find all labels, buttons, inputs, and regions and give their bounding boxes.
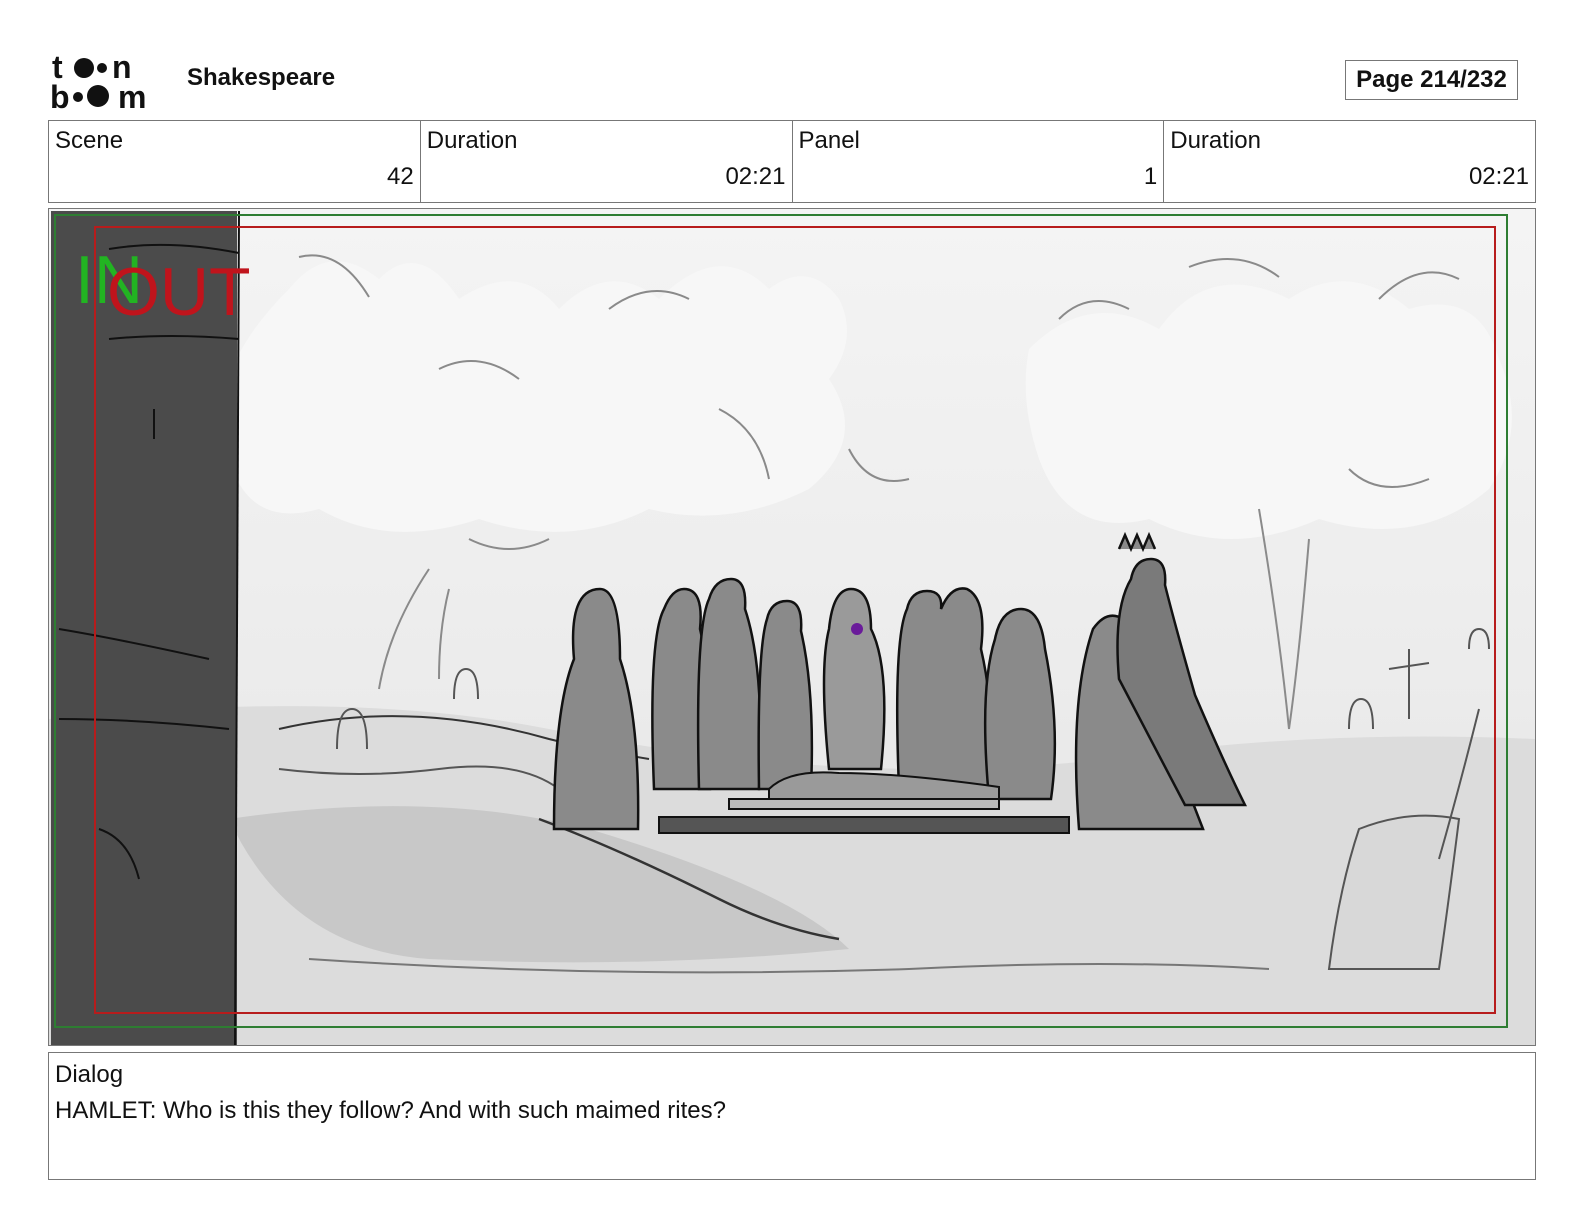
- panel-cell: Panel 1: [793, 121, 1165, 202]
- project-title: Shakespeare: [187, 64, 336, 91]
- panel-value: 1: [1143, 163, 1158, 190]
- toon-boom-logo: t n b m: [50, 49, 164, 115]
- dialog-box: Dialog HAMLET: Who is this they follow? …: [48, 1052, 1536, 1180]
- scene-value: 42: [387, 163, 414, 190]
- scene-duration-value: 02:21: [725, 163, 786, 190]
- svg-text:m: m: [118, 79, 146, 112]
- storyboard-panel: IN OUT: [48, 208, 1536, 1046]
- panel-duration-label: Duration: [1170, 127, 1261, 154]
- svg-text:b: b: [50, 79, 70, 112]
- scene-label: Scene: [55, 127, 124, 154]
- dialog-text: HAMLET: Who is this they follow? And wit…: [55, 1097, 726, 1124]
- out-marker: OUT: [107, 254, 251, 330]
- dialog-label: Dialog: [55, 1061, 124, 1088]
- storyboard-sketch: IN OUT: [49, 209, 1535, 1045]
- info-table: Scene 42 Duration 02:21 Panel 1 Duration…: [48, 120, 1536, 203]
- panel-duration-value: 02:21: [1468, 163, 1529, 190]
- flower-accent: [851, 623, 863, 635]
- scene-duration-label: Duration: [426, 127, 518, 154]
- page-indicator: Page 214/232: [1345, 60, 1518, 100]
- scene-duration-cell: Duration 02:21: [421, 121, 793, 202]
- panel-duration-cell: Duration 02:21: [1164, 121, 1535, 202]
- scene-cell: Scene 42: [49, 121, 421, 202]
- panel-label: Panel: [798, 127, 860, 154]
